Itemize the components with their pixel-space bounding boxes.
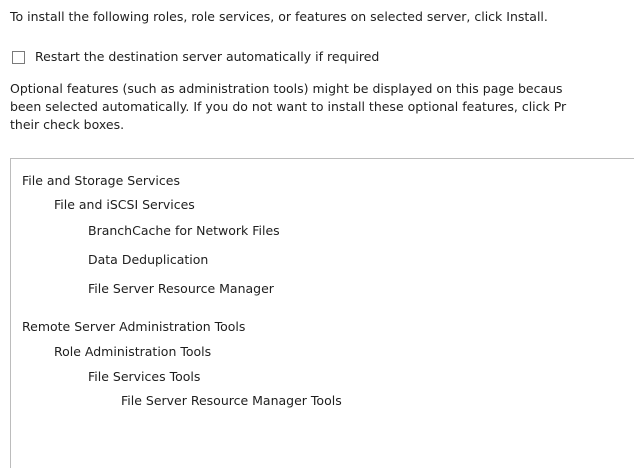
intro-text: To install the following roles, role ser… [10,9,548,24]
feature-fsrm-tools: File Server Resource Manager Tools [121,393,342,408]
selected-features-list[interactable]: File and Storage Services File and iSCSI… [10,158,634,468]
feature-file-server-resource-manager: File Server Resource Manager [88,281,274,296]
confirmation-page: To install the following roles, role ser… [0,0,634,468]
optional-note-line-3: their check boxes. [10,117,125,132]
optional-features-note: Optional features (such as administratio… [10,80,634,134]
feature-file-services-tools: File Services Tools [88,369,201,384]
restart-option[interactable]: Restart the destination server automatic… [12,49,379,65]
feature-data-deduplication: Data Deduplication [88,252,209,267]
restart-checkbox[interactable] [12,50,25,64]
optional-note-line-1: Optional features (such as administratio… [10,81,563,96]
feature-role-administration-tools: Role Administration Tools [54,344,212,359]
feature-remote-server-admin-tools: Remote Server Administration Tools [22,319,246,334]
optional-note-line-2: been selected automatically. If you do n… [10,99,567,114]
restart-label[interactable]: Restart the destination server automatic… [35,49,379,65]
feature-branchcache: BranchCache for Network Files [88,223,280,238]
feature-file-and-storage-services: File and Storage Services [22,173,180,188]
feature-file-and-iscsi-services: File and iSCSI Services [54,197,195,212]
